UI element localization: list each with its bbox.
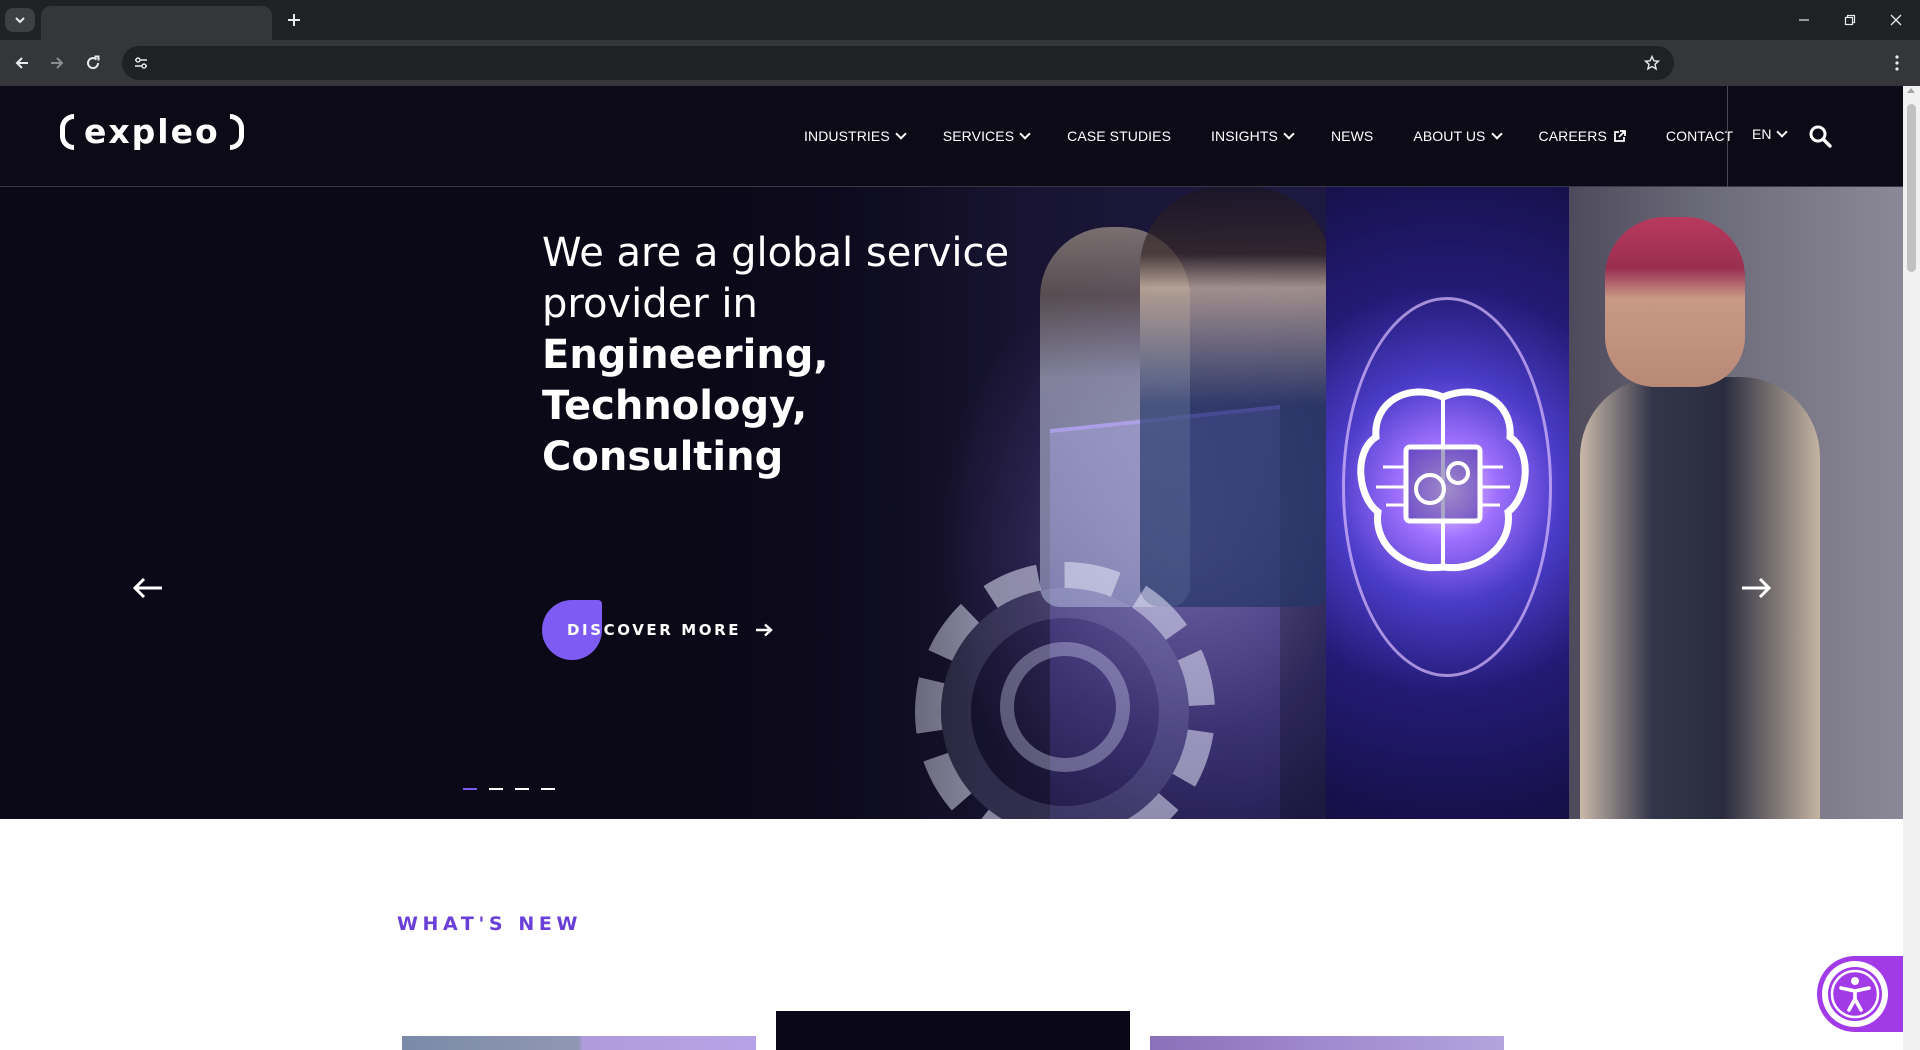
page-viewport: expleo INDUSTRIES SERVICES CASE STUDIES … bbox=[0, 86, 1903, 1050]
accessibility-button[interactable] bbox=[1817, 956, 1903, 1032]
nav-label: CONTACT bbox=[1665, 128, 1734, 144]
reload-button[interactable] bbox=[80, 50, 106, 76]
tab-search-button[interactable] bbox=[5, 8, 35, 32]
hero-image-person bbox=[1580, 377, 1820, 819]
arrow-left-icon bbox=[132, 577, 162, 599]
carousel-prev-button[interactable] bbox=[130, 573, 166, 603]
arrow-right-icon bbox=[1742, 577, 1772, 599]
back-button[interactable] bbox=[9, 50, 35, 76]
reload-icon bbox=[87, 55, 100, 70]
chevron-down-icon bbox=[1776, 126, 1789, 138]
carousel-pagination bbox=[463, 788, 555, 790]
search-icon bbox=[1809, 125, 1832, 148]
nav-about-us[interactable]: ABOUT US bbox=[1413, 128, 1503, 144]
nav-label: ABOUT US bbox=[1413, 128, 1486, 144]
hero-headline: We are a global service provider in Engi… bbox=[542, 228, 1062, 483]
minimize-button[interactable] bbox=[1784, 6, 1824, 34]
address-bar[interactable] bbox=[122, 46, 1674, 80]
nav-industries[interactable]: INDUSTRIES bbox=[804, 128, 907, 144]
hero-bold-3: Consulting bbox=[542, 434, 784, 480]
plus-icon bbox=[288, 14, 300, 26]
main-nav: INDUSTRIES SERVICES CASE STUDIES INSIGHT… bbox=[804, 126, 1733, 146]
hero-image-person bbox=[1140, 187, 1330, 607]
chevron-down-icon bbox=[1283, 128, 1295, 140]
hero-line-1: We are a global service bbox=[542, 230, 1010, 276]
nav-label: SERVICES bbox=[942, 128, 1015, 144]
new-tab-button[interactable] bbox=[282, 8, 306, 32]
nav-case-studies[interactable]: CASE STUDIES bbox=[1067, 128, 1171, 144]
carousel-dot-3[interactable] bbox=[515, 788, 529, 790]
carousel-next-button[interactable] bbox=[1738, 573, 1774, 603]
search-button[interactable] bbox=[1806, 122, 1834, 150]
site-info-button[interactable] bbox=[128, 51, 154, 75]
arrow-right-icon bbox=[51, 57, 64, 69]
header-divider bbox=[1727, 86, 1728, 187]
logo-bracket-left bbox=[60, 114, 74, 150]
nav-services[interactable]: SERVICES bbox=[942, 128, 1031, 144]
expleo-logo[interactable]: expleo bbox=[60, 112, 244, 152]
whats-new-title: WHAT'S NEW bbox=[397, 913, 583, 935]
chevron-down-icon bbox=[895, 128, 907, 140]
browser-tabstrip bbox=[0, 0, 1920, 40]
kebab-menu-icon bbox=[1895, 55, 1899, 71]
language-label: EN bbox=[1752, 126, 1772, 142]
news-card[interactable] bbox=[402, 1036, 756, 1050]
chevron-down-icon bbox=[15, 17, 25, 24]
browser-menu-button[interactable] bbox=[1884, 50, 1910, 76]
carousel-dot-4[interactable] bbox=[541, 788, 555, 790]
nav-label: NEWS bbox=[1330, 128, 1374, 144]
discover-more-button[interactable]: DISCOVER MORE bbox=[542, 600, 773, 660]
accessibility-icon-wrap bbox=[1822, 961, 1888, 1027]
hero-image-person bbox=[1605, 217, 1745, 387]
close-window-button[interactable] bbox=[1876, 6, 1916, 34]
logo-wordmark: expleo bbox=[84, 112, 220, 151]
nav-label: INSIGHTS bbox=[1211, 128, 1278, 144]
news-card[interactable] bbox=[1150, 1036, 1504, 1050]
brain-chip-icon bbox=[1357, 388, 1529, 572]
nav-label: CAREERS bbox=[1538, 128, 1607, 144]
nav-insights[interactable]: INSIGHTS bbox=[1211, 128, 1295, 144]
scroll-up-arrow[interactable] bbox=[1907, 88, 1915, 93]
star-icon bbox=[1644, 55, 1660, 71]
url-input[interactable] bbox=[162, 51, 1602, 75]
arrow-right-icon bbox=[755, 623, 773, 637]
forward-button[interactable] bbox=[44, 50, 70, 76]
restore-button[interactable] bbox=[1830, 6, 1870, 34]
close-icon bbox=[1890, 14, 1902, 26]
nav-careers[interactable]: CAREERS bbox=[1539, 128, 1626, 144]
cta-label: DISCOVER MORE bbox=[567, 621, 742, 639]
scrollbar-thumb[interactable] bbox=[1907, 104, 1916, 272]
tune-icon bbox=[135, 57, 147, 69]
carousel-dot-2[interactable] bbox=[489, 788, 503, 790]
nav-news[interactable]: NEWS bbox=[1331, 128, 1373, 144]
browser-tab-active[interactable] bbox=[41, 6, 272, 40]
hero-image-gear bbox=[1000, 642, 1130, 772]
nav-label: CASE STUDIES bbox=[1067, 128, 1172, 144]
arrow-left-icon bbox=[15, 57, 28, 69]
news-card[interactable] bbox=[776, 1011, 1130, 1050]
hero-line-2: provider in bbox=[542, 281, 758, 327]
restore-icon bbox=[1844, 14, 1856, 26]
carousel-dot-1[interactable] bbox=[463, 788, 477, 790]
nav-label: INDUSTRIES bbox=[804, 128, 890, 144]
external-link-icon bbox=[1613, 129, 1626, 143]
chevron-down-icon bbox=[1019, 128, 1031, 140]
minimize-icon bbox=[1799, 19, 1809, 21]
bookmark-star-button[interactable] bbox=[1640, 51, 1664, 75]
chevron-down-icon bbox=[1490, 128, 1503, 140]
language-selector[interactable]: EN bbox=[1752, 126, 1789, 142]
logo-bracket-right bbox=[229, 114, 244, 150]
page-scrollbar[interactable] bbox=[1903, 86, 1920, 1050]
hero-bold-2: Technology, bbox=[542, 383, 808, 429]
nav-contact[interactable]: CONTACT bbox=[1666, 128, 1733, 144]
browser-toolbar bbox=[0, 40, 1920, 86]
site-header: expleo INDUSTRIES SERVICES CASE STUDIES … bbox=[0, 86, 1903, 187]
accessibility-icon bbox=[1828, 967, 1882, 1021]
hero-bold-1: Engineering, bbox=[542, 332, 829, 378]
